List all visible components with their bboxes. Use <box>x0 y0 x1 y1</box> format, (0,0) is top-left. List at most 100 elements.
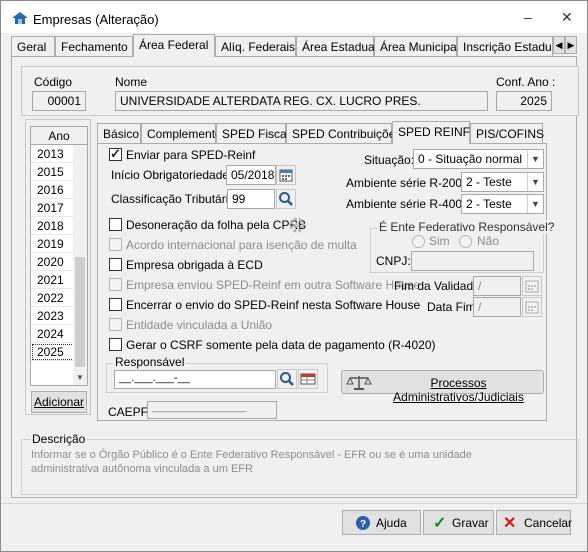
efr-title: É Ente Federativo Responsável? <box>377 220 557 234</box>
search-icon <box>280 372 294 386</box>
year-list-header: Ano <box>31 127 87 145</box>
obrigada-ecd-checkbox[interactable] <box>109 258 122 271</box>
fim-validade-calendar-button[interactable] <box>522 276 542 296</box>
chevron-down-icon: ▼ <box>527 173 543 191</box>
amb-r2000-select[interactable]: 2 - Teste ▼ <box>461 172 544 192</box>
codigo-field: 00001 <box>32 91 86 111</box>
classificacao-field[interactable]: 99 <box>227 189 275 209</box>
efr-sim-radio[interactable] <box>412 235 425 248</box>
inicio-label: Início Obrigatoriedade: <box>111 168 233 182</box>
data-fim-field[interactable]: / <box>473 297 521 317</box>
tab-area-municipal[interactable]: Área Municipal <box>374 36 459 56</box>
year-scroll-down[interactable]: ▼ <box>73 371 87 385</box>
desoneracao-checkbox[interactable] <box>109 218 122 231</box>
data-fim-calendar-button[interactable] <box>522 297 542 317</box>
subtab-complemento[interactable]: Complemento <box>141 123 222 143</box>
descricao-text: Informar se o Órgão Público é o Ente Fed… <box>31 449 472 475</box>
amb-r4000-label: Ambiente série R-4000: <box>346 197 473 211</box>
cnpj-field[interactable] <box>411 251 534 271</box>
enviar-reinf-checkbox[interactable] <box>109 146 122 162</box>
subtab-sped-contribuicoes[interactable]: SPED Contribuições <box>286 123 401 143</box>
chevron-down-icon: ▼ <box>527 150 543 168</box>
ajuda-button[interactable]: ? Ajuda <box>342 510 421 535</box>
cancelar-button[interactable]: ✕ Cancelar <box>496 510 573 535</box>
caepf-field[interactable]: _________________ <box>147 401 277 419</box>
close-button[interactable]: ✕ <box>561 9 573 26</box>
help-icon: ? <box>356 516 370 530</box>
fim-validade-field[interactable]: / <box>473 276 521 296</box>
inicio-field[interactable]: 05/2018 <box>226 165 276 185</box>
encerrar-label: Encerrar o envio do SPED-Reinf nesta Sof… <box>126 298 421 312</box>
descricao-label: Descrição <box>30 432 88 446</box>
processos-label: Processos Administrativos/Judiciais <box>393 376 524 404</box>
title-bar: Empresas (Alteração) – ✕ <box>1 1 587 33</box>
efr-nao-label: Não <box>477 234 500 248</box>
tab-fechamento[interactable]: Fechamento <box>55 36 133 56</box>
gerar-csrf-checkbox[interactable] <box>109 338 122 351</box>
ajuda-label: Ajuda <box>376 516 407 530</box>
gravar-button[interactable]: ✓ Gravar <box>423 510 494 535</box>
tab-scroll-left[interactable]: ◀ <box>553 36 565 54</box>
cnpj-label: CNPJ: <box>376 254 411 268</box>
situacao-label: Situação: <box>364 153 415 167</box>
inicio-calendar-button[interactable] <box>276 165 296 185</box>
classificacao-search-button[interactable] <box>276 189 296 209</box>
year-scrollbar[interactable]: ▼ <box>73 145 87 385</box>
check-icon: ✓ <box>433 515 447 532</box>
subtab-basico[interactable]: Básico <box>97 123 141 143</box>
efr-sim-label: Sim <box>429 234 450 248</box>
processos-button[interactable]: Processos Administrativos/Judiciais <box>341 370 544 404</box>
responsavel-field[interactable]: __.___.___-__ <box>114 370 276 389</box>
window-title: Empresas (Alteração) <box>33 12 159 27</box>
gerar-csrf-label: Gerar o CSRF somente pela data de pagame… <box>126 338 436 352</box>
gear-icon[interactable] <box>288 216 306 234</box>
encerrar-checkbox[interactable] <box>109 298 122 311</box>
obrigada-ecd-label: Empresa obrigada à ECD <box>126 258 263 272</box>
main-tabs: Geral Fechamento Área Federal Alíq. Fede… <box>11 34 577 57</box>
year-scroll-thumb[interactable] <box>75 257 85 367</box>
situacao-value: 0 - Situação normal <box>418 152 523 166</box>
responsavel-search-button[interactable] <box>277 369 297 389</box>
cancel-icon: ✕ <box>503 515 517 532</box>
chevron-down-icon: ▼ <box>527 195 543 213</box>
calendar-icon <box>525 301 539 314</box>
acordo-checkbox[interactable] <box>109 238 122 251</box>
scales-icon <box>346 376 372 390</box>
entidade-label: Entidade vinculada a União <box>126 318 273 332</box>
desoneracao-label: Desoneração da folha pela CPRB <box>126 218 307 232</box>
tab-geral[interactable]: Geral <box>11 36 55 56</box>
efr-nao-radio[interactable] <box>459 235 472 248</box>
svg-text:?: ? <box>360 519 366 530</box>
entidade-checkbox[interactable] <box>109 318 122 331</box>
caepf-label: CAEPF: <box>108 405 152 419</box>
situacao-select[interactable]: 0 - Situação normal ▼ <box>413 149 544 169</box>
codigo-label: Código <box>34 75 73 89</box>
fim-validade-label: Fim da Validade: <box>394 279 484 293</box>
search-icon <box>279 192 293 206</box>
app-icon <box>12 12 28 24</box>
amb-r4000-select[interactable]: 2 - Teste ▼ <box>461 194 544 214</box>
enviou-outra-label: Empresa enviou SPED-Reinf em outra Softw… <box>126 278 421 292</box>
subtab-pis-cofins[interactable]: PIS/COFINS <box>470 123 544 143</box>
table-icon <box>300 373 316 385</box>
subtab-sped-fiscal[interactable]: SPED Fiscal <box>216 123 289 143</box>
separator <box>1 503 587 504</box>
enviou-outra-checkbox[interactable] <box>109 278 122 291</box>
window: Empresas (Alteração) – ✕ Geral Fechament… <box>0 0 588 552</box>
year-list[interactable]: Ano 2013 2015 2016 2017 2018 2019 2020 2021 2022… <box>30 126 88 386</box>
subtab-sped-reinf[interactable]: SPED REINF <box>392 121 470 144</box>
tab-area-federal[interactable]: Área Federal <box>133 34 215 57</box>
calendar-icon <box>279 169 293 182</box>
adicionar-button[interactable]: Adicionar <box>31 391 87 413</box>
minimize-button[interactable]: – <box>524 9 532 25</box>
cancelar-label: Cancelar <box>524 516 573 530</box>
tab-aliq-federais[interactable]: Alíq. Federais <box>215 36 296 56</box>
enviar-reinf-label: Enviar para SPED-Reinf <box>126 148 256 162</box>
tab-inscricao-estadual[interactable]: Inscrição Estadual S <box>457 36 553 56</box>
conf-ano-field: 2025 <box>496 91 552 111</box>
responsavel-list-button[interactable] <box>298 369 318 389</box>
tab-scroll-right[interactable]: ▶ <box>565 36 577 54</box>
company-header: Código 00001 Nome UNIVERSIDADE ALTERDATA… <box>21 66 579 116</box>
tab-area-estadual[interactable]: Área Estadual <box>296 36 377 56</box>
calendar-icon <box>525 280 539 293</box>
